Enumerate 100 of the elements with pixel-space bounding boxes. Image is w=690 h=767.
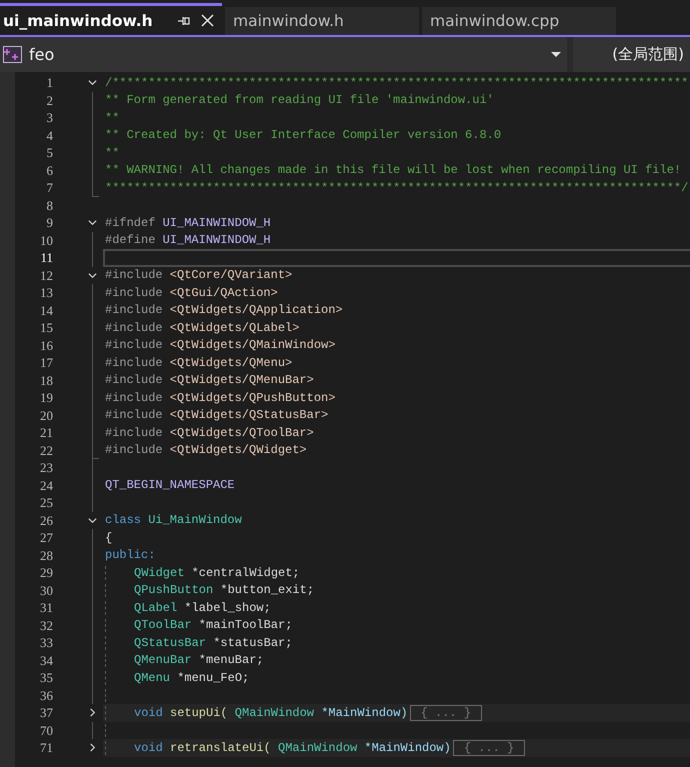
type-name: QLabel xyxy=(134,600,178,615)
line-number: 13 xyxy=(39,284,53,302)
line-number: 28 xyxy=(39,546,53,564)
line-number: 16 xyxy=(39,336,53,354)
code-text: *centralWidget; xyxy=(192,566,300,580)
include-path: <QtWidgets/QMenuBar> xyxy=(170,373,314,388)
code-comment: ********************************************************************************/ xyxy=(105,180,688,195)
member-icon xyxy=(3,46,23,64)
line-number: 17 xyxy=(39,354,53,372)
parameter: *MainWindow) xyxy=(321,706,408,720)
fold-chevron-icon[interactable] xyxy=(88,743,97,752)
line-number: 32 xyxy=(39,616,53,634)
type-name: QMainWindow xyxy=(234,706,314,720)
preprocessor-directive: #include xyxy=(105,373,163,388)
preprocessor-directive: #include xyxy=(105,408,163,422)
include-path: <QtWidgets/QApplication> xyxy=(170,303,343,318)
type-name: QMenu xyxy=(134,670,170,685)
preprocessor-directive: #include xyxy=(105,443,163,458)
preprocessor-directive: #define xyxy=(105,233,156,248)
line-number: 20 xyxy=(39,406,53,424)
code-comment: ** xyxy=(105,110,120,125)
code-text: *mainToolBar; xyxy=(198,618,292,632)
line-number: 26 xyxy=(39,512,53,529)
line-number: 4 xyxy=(46,126,53,144)
code-text: *statusBar; xyxy=(213,636,292,650)
include-path: <QtWidgets/QLabel> xyxy=(170,320,300,335)
line-number: 33 xyxy=(39,634,53,652)
dropdown-caret-icon xyxy=(551,52,561,58)
fold-chevron-icon[interactable] xyxy=(88,516,97,524)
macro-name: QT_BEGIN_NAMESPACE xyxy=(105,478,235,492)
keyword: void xyxy=(134,706,163,720)
code-comment: ** Form generated from reading UI file 'mainwindow.ui' xyxy=(105,93,494,108)
include-path: <QtWidgets/QMenu> xyxy=(170,356,292,370)
line-number: 25 xyxy=(39,494,53,512)
collapsed-block[interactable]: { ... } xyxy=(452,740,526,756)
line-number: 21 xyxy=(39,424,53,442)
code-comment: /******************************************************************************** xyxy=(105,76,688,90)
code-text: *menu_FeO; xyxy=(177,670,250,685)
fold-chevron-icon[interactable] xyxy=(88,708,97,717)
function-name: setupUi( xyxy=(170,706,228,720)
line-number: 2 xyxy=(46,92,53,109)
macro-name: UI_MAINWINDOW_H xyxy=(162,233,271,248)
type-name: QStatusBar xyxy=(134,636,206,650)
fold-chevron-icon[interactable] xyxy=(88,270,97,280)
line-number: 15 xyxy=(39,319,53,336)
macro-name: UI_MAINWINDOW_H xyxy=(162,216,271,230)
function-name: retranslateUi( xyxy=(170,740,271,755)
member-dropdown[interactable]: feo xyxy=(0,37,567,72)
code-text: *button_exit; xyxy=(220,583,314,598)
preprocessor-directive: #ifndef xyxy=(105,216,156,230)
include-path: <QtWidgets/QMainWindow> xyxy=(170,338,336,352)
editor-tab[interactable]: mainwindow.cpp xyxy=(422,7,616,35)
line-number: 29 xyxy=(39,564,53,582)
code-text: { xyxy=(105,530,112,545)
keyword: public: xyxy=(105,548,156,562)
line-number: 19 xyxy=(39,389,53,406)
type-name: QToolBar xyxy=(134,618,192,632)
line-number: 23 xyxy=(39,459,53,476)
type-name: Ui_MainWindow xyxy=(148,513,242,528)
collapsed-block[interactable]: { ... } xyxy=(410,704,482,721)
line-number: 9 xyxy=(46,214,53,232)
line-number: 71 xyxy=(39,739,53,756)
preprocessor-directive: #include xyxy=(105,286,163,300)
code-text: *label_show; xyxy=(184,600,271,615)
preprocessor-directive: #include xyxy=(105,303,163,318)
line-number: 18 xyxy=(39,372,53,389)
line-number: 37 xyxy=(39,704,53,722)
line-number: 35 xyxy=(39,669,53,686)
line-number: 12 xyxy=(39,266,53,284)
include-path: <QtGui/QAction> xyxy=(170,286,278,300)
code-text: *menuBar; xyxy=(198,653,264,668)
editor-tab[interactable]: mainwindow.h xyxy=(225,7,419,35)
line-number: 5 xyxy=(46,144,53,162)
include-path: <QtWidgets/QPushButton> xyxy=(170,390,336,405)
code-comment: ** WARNING! All changes made in this file will be lost when recompiling UI file! xyxy=(105,163,682,178)
line-number: 27 xyxy=(39,529,53,546)
include-path: <QtWidgets/QWidget> xyxy=(170,443,307,458)
line-number: 11 xyxy=(39,249,53,266)
type-name: QMenuBar xyxy=(134,653,192,668)
scope-dropdown[interactable]: (全局范围) xyxy=(573,37,690,72)
preprocessor-directive: #include xyxy=(105,390,163,405)
type-name: QMainWindow xyxy=(278,740,358,755)
line-number: 31 xyxy=(39,599,53,616)
preprocessor-directive: #include xyxy=(105,338,163,352)
fold-chevron-icon[interactable] xyxy=(88,78,97,87)
line-number: 30 xyxy=(39,582,53,599)
fold-chevron-icon[interactable] xyxy=(88,218,97,227)
preprocessor-directive: #include xyxy=(105,426,163,440)
include-path: <QtWidgets/QStatusBar> xyxy=(170,408,328,422)
code-comment: ** Created by: Qt User Interface Compiler version 6.8.0 xyxy=(105,128,502,142)
pin-icon[interactable] xyxy=(178,16,191,26)
type-name: QPushButton xyxy=(134,583,214,598)
line-number: 22 xyxy=(39,442,53,459)
keyword: class xyxy=(105,513,142,528)
line-number: 3 xyxy=(46,109,53,126)
preprocessor-directive: #include xyxy=(105,320,163,335)
line-number: 34 xyxy=(39,652,53,669)
close-icon[interactable] xyxy=(201,14,214,27)
include-path: <QtWidgets/QToolBar> xyxy=(170,426,314,440)
keyword: void xyxy=(134,740,163,755)
